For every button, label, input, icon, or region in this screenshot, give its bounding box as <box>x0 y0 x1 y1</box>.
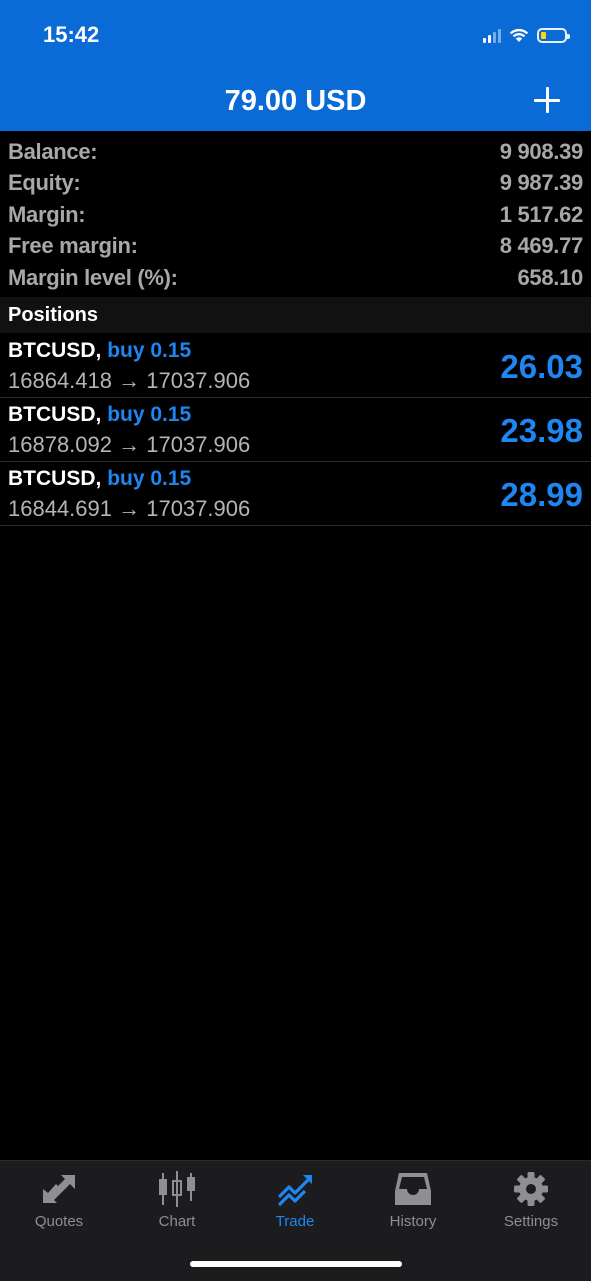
position-profit: 23.98 <box>500 412 583 449</box>
tab-label: History <box>389 1213 437 1230</box>
status-time: 15:42 <box>43 22 100 47</box>
cellular-signal-icon <box>483 27 501 43</box>
account-summary: Balance: 9 908.39 Equity: 9 987.39 Margi… <box>0 136 591 294</box>
position-prices: 16844.691 → 17037.906 <box>8 496 251 521</box>
position-title: BTCUSD, buy 0.15 <box>8 467 191 491</box>
top-bar: 15:42 79.00 USD <box>0 0 591 131</box>
summary-row-margin-level: Margin level (%): 658.10 <box>0 262 591 294</box>
position-prices: 16864.418 → 17037.906 <box>8 368 251 393</box>
summary-label: Margin: <box>8 201 86 227</box>
position-symbol: BTCUSD, <box>8 339 102 362</box>
position-row[interactable]: BTCUSD, buy 0.15 16844.691 → 17037.906 2… <box>0 462 591 526</box>
tab-trade[interactable]: Trade <box>236 1161 354 1241</box>
positions-list: BTCUSD, buy 0.15 16864.418 → 17037.906 2… <box>0 334 591 526</box>
summary-row-equity: Equity: 9 987.39 <box>0 168 591 200</box>
quotes-arrows-icon <box>43 1175 75 1203</box>
summary-value: 9 987.39 <box>499 170 584 196</box>
position-direction: buy 0.15 <box>107 403 192 426</box>
position-profit: 28.99 <box>500 476 583 513</box>
tab-chart[interactable]: Chart <box>118 1161 236 1241</box>
tab-quotes[interactable]: Quotes <box>0 1161 118 1241</box>
summary-row-free-margin: Free margin: 8 469.77 <box>0 231 591 263</box>
tab-history[interactable]: History <box>354 1161 472 1241</box>
summary-value: 1 517.62 <box>499 201 584 227</box>
position-row[interactable]: BTCUSD, buy 0.15 16878.092 → 17037.906 2… <box>0 398 591 462</box>
position-symbol: BTCUSD, <box>8 403 102 426</box>
position-direction: buy 0.15 <box>107 339 192 362</box>
page-title: 79.00 USD <box>224 85 367 117</box>
tab-label: Quotes <box>34 1213 84 1230</box>
summary-label: Balance: <box>8 138 98 164</box>
status-icons <box>483 24 570 46</box>
battery-icon <box>537 27 570 43</box>
position-title: BTCUSD, buy 0.15 <box>8 339 191 363</box>
summary-label: Free margin: <box>8 233 138 259</box>
tab-label: Trade <box>275 1213 315 1230</box>
wifi-icon <box>509 28 529 42</box>
candlestick-icon <box>159 1171 195 1207</box>
position-symbol: BTCUSD, <box>8 467 102 490</box>
summary-row-balance: Balance: 9 908.39 <box>0 136 591 168</box>
tab-label: Chart <box>158 1213 196 1230</box>
summary-label: Margin level (%): <box>8 264 178 290</box>
position-direction: buy 0.15 <box>107 467 192 490</box>
summary-label: Equity: <box>8 170 81 196</box>
summary-row-margin: Margin: 1 517.62 <box>0 199 591 231</box>
position-profit: 26.03 <box>500 348 583 385</box>
add-button[interactable] <box>531 84 563 116</box>
trend-up-icon <box>277 1175 312 1207</box>
tab-settings[interactable]: Settings <box>472 1161 590 1241</box>
tab-label: Settings <box>503 1213 559 1230</box>
positions-section-header: Positions <box>0 297 591 333</box>
summary-value: 9 908.39 <box>499 138 584 164</box>
position-row[interactable]: BTCUSD, buy 0.15 16864.418 → 17037.906 2… <box>0 334 591 398</box>
gear-icon <box>514 1172 548 1206</box>
inbox-tray-icon <box>395 1173 431 1205</box>
summary-value: 8 469.77 <box>499 233 584 259</box>
summary-value: 658.10 <box>517 264 584 290</box>
position-title: BTCUSD, buy 0.15 <box>8 403 191 427</box>
position-prices: 16878.092 → 17037.906 <box>8 432 251 457</box>
home-indicator[interactable] <box>190 1261 402 1267</box>
